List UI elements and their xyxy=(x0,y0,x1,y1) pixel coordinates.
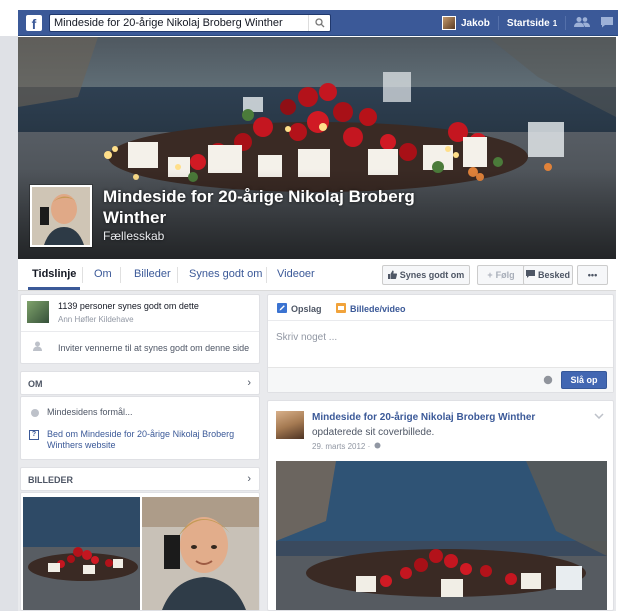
post-timestamp[interactable]: 29. marts 2012 · xyxy=(312,442,370,451)
invite-friends-icon xyxy=(33,341,42,354)
photo-icon xyxy=(336,303,346,316)
friends-icon[interactable] xyxy=(574,16,591,31)
publish-button[interactable]: Slå op xyxy=(561,371,607,389)
facebook-logo-icon[interactable]: f xyxy=(26,14,42,31)
post-author-name[interactable]: Mindeside for 20-årige Nikolaj Broberg W… xyxy=(312,412,535,423)
nav-divider xyxy=(497,16,499,30)
chevron-down-icon[interactable] xyxy=(594,410,604,422)
messages-icon[interactable] xyxy=(600,16,614,31)
profile-picture[interactable] xyxy=(30,185,92,247)
info-icon xyxy=(31,408,39,420)
tab-likes[interactable]: Synes godt om xyxy=(185,259,266,290)
search-input[interactable] xyxy=(50,14,308,31)
composer-tab-post[interactable]: Opslag xyxy=(291,304,322,314)
friend-avatar[interactable] xyxy=(27,301,49,323)
profile-link[interactable]: Jakob xyxy=(461,18,490,29)
page-title: Mindeside for 20-årige Nikolaj Broberg W… xyxy=(103,187,415,227)
chevron-right-icon[interactable]: › xyxy=(247,377,251,389)
edit-icon xyxy=(277,303,287,316)
message-button[interactable]: Besked xyxy=(523,265,573,285)
tab-divider xyxy=(120,267,121,283)
request-website-link[interactable]: Bed om Mindeside for 20-årige Nikolaj Br… xyxy=(47,429,247,451)
about-card: Mindesidens formål... ? Bed om Mindeside… xyxy=(20,396,260,460)
about-header[interactable]: OM › xyxy=(20,371,260,395)
home-link[interactable]: Startside xyxy=(507,18,550,29)
about-title: OM xyxy=(28,379,43,389)
post-author-avatar[interactable] xyxy=(276,411,304,439)
composer-input[interactable]: Skriv noget ... xyxy=(276,332,337,343)
page-purpose[interactable]: Mindesidens formål... xyxy=(47,407,133,417)
tab-videos[interactable]: Videoer xyxy=(273,259,319,290)
photos-title: BILLEDER xyxy=(28,475,73,485)
tab-divider xyxy=(266,267,267,283)
tab-divider xyxy=(82,267,83,283)
left-gutter xyxy=(0,36,18,611)
invite-friends-link[interactable]: Inviter vennerne til at synes godt om de… xyxy=(58,343,249,353)
tab-divider xyxy=(177,267,178,283)
tab-photos[interactable]: Billeder xyxy=(130,259,175,290)
more-options-button[interactable]: ••• xyxy=(577,265,608,285)
likes-count[interactable]: 1139 personer synes godt om dette xyxy=(58,301,199,311)
website-question-icon: ? xyxy=(29,430,39,440)
friend-like-name[interactable]: Ann Høfler Kildehave xyxy=(58,315,134,324)
photo-thumbnail-memorial[interactable] xyxy=(23,497,140,610)
page-tab-bar: Tidslinje Om Billeder Synes godt om Vide… xyxy=(18,259,616,291)
like-page-button[interactable]: Synes godt om xyxy=(382,265,470,285)
search-box xyxy=(49,13,331,32)
post-composer: Opslag Billede/video Skriv noget ... Slå… xyxy=(267,294,614,393)
globe-icon xyxy=(374,442,381,451)
search-icon[interactable] xyxy=(308,14,330,31)
photos-header[interactable]: BILLEDER › xyxy=(20,467,260,491)
timeline-post: Mindeside for 20-årige Nikolaj Broberg W… xyxy=(267,400,614,611)
top-navigation-bar: f Jakob Startside 1 xyxy=(18,10,618,36)
like-thumb-icon xyxy=(387,270,397,281)
nav-divider xyxy=(565,16,567,30)
photos-grid xyxy=(20,492,260,611)
user-avatar[interactable] xyxy=(442,16,456,30)
tab-timeline[interactable]: Tidslinje xyxy=(28,259,81,290)
globe-icon[interactable] xyxy=(543,375,553,388)
likes-card: 1139 personer synes godt om dette Ann Hø… xyxy=(20,294,260,364)
top-nav-links: Jakob Startside 1 xyxy=(442,10,618,36)
message-icon xyxy=(525,270,535,280)
tab-about[interactable]: Om xyxy=(90,259,116,290)
chevron-right-icon[interactable]: › xyxy=(247,473,251,485)
page-category: Fællesskab xyxy=(103,229,165,243)
post-action-text: opdaterede sit coverbillede. xyxy=(312,427,435,438)
post-cover-photo[interactable] xyxy=(276,461,607,610)
photo-thumbnail-portrait[interactable] xyxy=(142,497,259,610)
composer-tab-photo-video[interactable]: Billede/video xyxy=(350,304,406,314)
follow-button[interactable]: + Følg xyxy=(477,265,525,285)
home-count-badge: 1 xyxy=(552,18,558,28)
